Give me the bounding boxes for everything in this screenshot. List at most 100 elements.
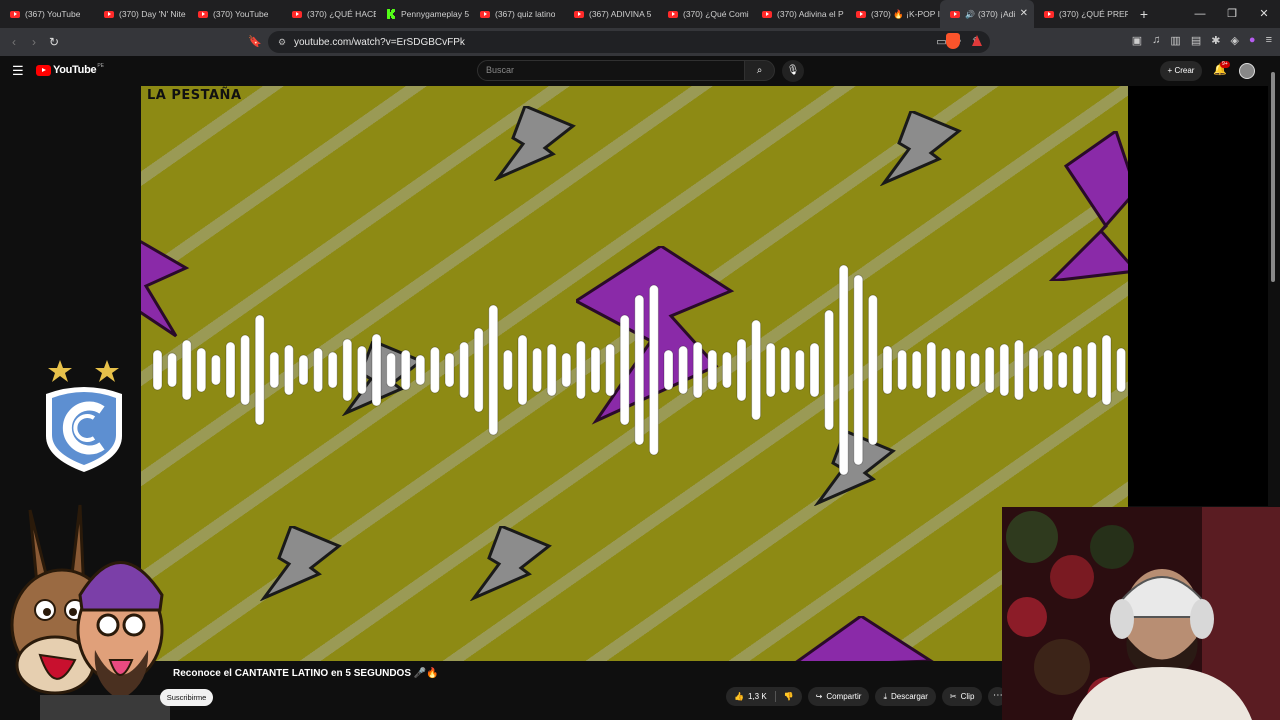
youtube-logo[interactable]: YouTube PE xyxy=(36,63,104,76)
waveform-bar xyxy=(780,346,791,394)
restore-icon[interactable]: ❐ xyxy=(1216,0,1248,28)
waveform-bar xyxy=(502,349,513,391)
address-bar[interactable]: ⚙ youtube.com/watch?v=ErSDGBCvFPk ▭ ⌕ ⇪ xyxy=(268,31,990,53)
search-icon: ⌕ xyxy=(756,65,763,76)
waveform-bar xyxy=(1043,349,1054,391)
close-window-icon[interactable]: ✕ xyxy=(1248,0,1280,28)
share-arrow-icon: ↪ xyxy=(815,692,823,701)
browser-tab[interactable]: Pennygameplay 5 xyxy=(376,0,470,28)
waveform-bar xyxy=(897,349,908,391)
translate-icon[interactable]: ▣ xyxy=(1132,34,1142,47)
profile-icon[interactable]: ● xyxy=(1249,34,1256,47)
page-scrollbar[interactable] xyxy=(1270,60,1276,300)
waveform-bar xyxy=(794,349,805,391)
create-button[interactable]: + Crear xyxy=(1160,61,1202,81)
youtube-icon xyxy=(10,10,20,18)
forward-icon[interactable]: › xyxy=(24,35,44,49)
donkey-mascot-overlay xyxy=(10,504,170,720)
youtube-icon xyxy=(1044,10,1054,18)
site-info-icon[interactable]: ⚙ xyxy=(278,37,288,48)
download-button[interactable]: ⤓ Descargar xyxy=(875,687,936,706)
waveform-bar xyxy=(561,352,572,388)
browser-tab[interactable]: (370) Day 'N' Nite xyxy=(94,0,188,28)
brave-rewards-icon[interactable] xyxy=(972,35,982,46)
new-tab-icon[interactable]: + xyxy=(1132,6,1156,22)
menu-icon[interactable]: ≡ xyxy=(1266,34,1272,47)
waveform-bar xyxy=(663,349,674,391)
waveform-bar xyxy=(853,274,864,466)
clip-button[interactable]: ✂ Clip xyxy=(941,687,983,706)
hamburger-menu-icon[interactable]: ☰ xyxy=(12,63,24,79)
waveform-bar xyxy=(707,349,718,391)
waveform-bar xyxy=(1116,347,1127,393)
browser-tab[interactable]: (367) YouTube xyxy=(0,0,94,28)
voice-search-button[interactable]: 🎙 xyxy=(782,60,804,82)
search-input[interactable]: Buscar xyxy=(477,60,745,81)
minimize-icon[interactable]: — xyxy=(1184,0,1216,28)
waveform-bar xyxy=(473,327,484,413)
waveform-bar xyxy=(532,347,543,393)
search-button[interactable]: ⌕ xyxy=(744,60,775,81)
youtube-icon xyxy=(856,10,866,18)
waveform-bar xyxy=(984,346,995,394)
bookmark-icon[interactable]: 🔖 xyxy=(248,35,262,48)
reload-icon[interactable]: ↻ xyxy=(44,35,64,49)
speaker-icon[interactable]: 🔊 xyxy=(965,10,975,19)
waveform-bar xyxy=(765,342,776,398)
browser-tab[interactable]: (370) ¿QUÉ HACE xyxy=(282,0,376,28)
youtube-play-icon xyxy=(36,64,51,76)
webcam-overlay xyxy=(1002,507,1280,720)
youtube-icon xyxy=(668,10,678,18)
browser-tab[interactable]: (370) YouTube xyxy=(188,0,282,28)
waveform-bar xyxy=(429,346,440,394)
like-icon[interactable]: 👍 xyxy=(734,692,744,701)
vpn-icon[interactable]: ◈ xyxy=(1230,34,1238,47)
video-player[interactable]: LA PESTAÑA xyxy=(141,86,1128,661)
like-count[interactable]: 1,3 K xyxy=(748,692,767,701)
brave-shields-icon[interactable] xyxy=(946,33,960,49)
youtube-icon xyxy=(950,10,960,18)
waveform-bar xyxy=(692,341,703,399)
waveform-bar xyxy=(225,341,236,399)
account-avatar[interactable] xyxy=(1239,63,1255,79)
waveform-bar xyxy=(648,284,659,456)
waveform-bar xyxy=(269,351,280,389)
browser-tab-active[interactable]: 🔊 (370) ¡Adi ✕ xyxy=(940,0,1034,28)
waveform-bar xyxy=(590,346,601,394)
browser-tab[interactable]: (370) 🔥 ¡K-POP I xyxy=(846,0,940,28)
wallet-icon[interactable]: ▤ xyxy=(1191,34,1201,47)
browser-tab[interactable]: (370) ¿QUÉ PREF xyxy=(1034,0,1128,28)
back-icon[interactable]: ‹ xyxy=(4,35,24,49)
browser-tab[interactable]: (367) quiz latino xyxy=(470,0,564,28)
extensions-icon[interactable]: ✱ xyxy=(1211,34,1220,47)
notification-badge: 9+ xyxy=(1220,61,1230,68)
share-button[interactable]: ↪ Compartir xyxy=(807,687,870,706)
subscribe-button[interactable]: Suscribirme xyxy=(160,689,213,706)
browser-tab[interactable]: (370) Adivina el P xyxy=(752,0,846,28)
waveform-bar xyxy=(298,354,309,386)
kick-icon xyxy=(387,9,395,19)
waveform-bar xyxy=(313,347,324,393)
waveform-bar xyxy=(327,351,338,389)
audio-waveform xyxy=(152,264,1127,476)
waveform-bar xyxy=(867,294,878,446)
dislike-icon[interactable]: 👎 xyxy=(784,692,794,701)
music-icon[interactable]: ♫ xyxy=(1152,34,1160,47)
channel-watermark: LA PESTAÑA xyxy=(147,88,242,103)
close-tab-icon[interactable]: ✕ xyxy=(1020,8,1028,19)
waveform-bar xyxy=(736,338,747,402)
waveform-bar xyxy=(196,347,207,393)
microphone-icon: 🎙 xyxy=(786,65,800,76)
waveform-bar xyxy=(1028,347,1039,393)
waveform-bar xyxy=(283,344,294,396)
browser-tab[interactable]: (370) ¿Qué Comi xyxy=(658,0,752,28)
waveform-bar xyxy=(575,340,586,400)
waveform-bar xyxy=(488,304,499,436)
waveform-bar xyxy=(1013,339,1024,401)
waveform-bar xyxy=(751,319,762,421)
browser-tab[interactable]: (367) ADIVINA 5 xyxy=(564,0,658,28)
waveform-bar xyxy=(167,352,178,388)
waveform-bar xyxy=(824,309,835,431)
youtube-icon xyxy=(762,10,772,18)
sidebar-icon[interactable]: ▥ xyxy=(1170,34,1180,47)
